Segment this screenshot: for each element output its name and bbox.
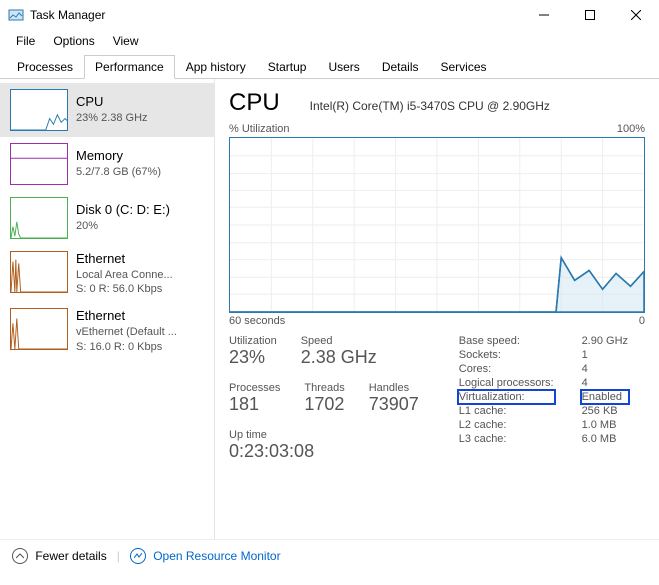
- logical-label: Logical processors:: [459, 377, 554, 389]
- graph-xleft: 60 seconds: [229, 315, 285, 327]
- sidebar-disk-sub: 20%: [76, 219, 170, 233]
- tab-performance[interactable]: Performance: [84, 55, 175, 79]
- window-title: Task Manager: [30, 8, 521, 22]
- tab-users[interactable]: Users: [317, 55, 370, 79]
- handles-value: 73907: [369, 394, 419, 415]
- eth1-thumb: [10, 308, 68, 350]
- graph-xright: 0: [639, 315, 645, 327]
- sidebar-item-disk[interactable]: Disk 0 (C: D: E:) 20%: [0, 191, 214, 245]
- memory-thumb: [10, 143, 68, 185]
- sidebar-item-ethernet-0[interactable]: Ethernet Local Area Conne... S: 0 R: 56.…: [0, 245, 214, 302]
- tab-apphistory[interactable]: App history: [175, 55, 257, 79]
- sidebar-disk-name: Disk 0 (C: D: E:): [76, 202, 170, 219]
- sockets-label: Sockets:: [459, 349, 554, 361]
- disk-thumb: [10, 197, 68, 239]
- l3-label: L3 cache:: [459, 433, 554, 445]
- handles-label: Handles: [369, 382, 419, 394]
- uptime-label: Up time: [229, 429, 419, 441]
- threads-label: Threads: [304, 382, 344, 394]
- l2-value: 1.0 MB: [582, 419, 628, 431]
- virtualization-value: Enabled: [582, 391, 628, 403]
- cpu-thumb: [10, 89, 68, 131]
- threads-value: 1702: [304, 394, 344, 415]
- performance-sidebar: CPU 23% 2.38 GHz Memory 5.2/7.8 GB (67%)…: [0, 79, 215, 539]
- sidebar-cpu-name: CPU: [76, 94, 148, 111]
- chevron-up-icon: [12, 548, 28, 564]
- sidebar-memory-sub: 5.2/7.8 GB (67%): [76, 165, 161, 179]
- sidebar-eth1-name: Ethernet: [76, 308, 177, 325]
- processes-label: Processes: [229, 382, 280, 394]
- cpu-utilization-graph[interactable]: [229, 137, 645, 313]
- page-title: CPU: [229, 89, 280, 117]
- maximize-button[interactable]: [567, 0, 613, 30]
- close-button[interactable]: [613, 0, 659, 30]
- utilization-label: Utilization: [229, 335, 277, 347]
- l1-label: L1 cache:: [459, 405, 554, 417]
- menu-bar: File Options View: [0, 30, 659, 52]
- sidebar-eth1-sub2: S: 16.0 R: 0 Kbps: [76, 340, 177, 354]
- l1-value: 256 KB: [582, 405, 628, 417]
- uptime-value: 0:23:03:08: [229, 441, 419, 462]
- open-resource-monitor-link[interactable]: Open Resource Monitor: [130, 548, 281, 564]
- cores-value: 4: [582, 363, 628, 375]
- speed-label: Speed: [301, 335, 377, 347]
- sidebar-eth1-sub1: vEthernet (Default ...: [76, 325, 177, 339]
- base-speed-label: Base speed:: [459, 335, 554, 347]
- sidebar-cpu-sub: 23% 2.38 GHz: [76, 111, 148, 125]
- sidebar-memory-name: Memory: [76, 148, 161, 165]
- processes-value: 181: [229, 394, 280, 415]
- sidebar-item-ethernet-1[interactable]: Ethernet vEthernet (Default ... S: 16.0 …: [0, 302, 214, 359]
- footer-bar: Fewer details | Open Resource Monitor: [0, 539, 659, 572]
- tab-services[interactable]: Services: [430, 55, 498, 79]
- menu-options[interactable]: Options: [45, 32, 102, 50]
- minimize-button[interactable]: [521, 0, 567, 30]
- tab-processes[interactable]: Processes: [6, 55, 84, 79]
- fewer-details-button[interactable]: Fewer details: [12, 548, 107, 564]
- main-panel: CPU Intel(R) Core(TM) i5-3470S CPU @ 2.9…: [215, 79, 659, 539]
- sidebar-eth0-sub1: Local Area Conne...: [76, 268, 173, 282]
- base-speed-value: 2.90 GHz: [582, 335, 628, 347]
- sockets-value: 1: [582, 349, 628, 361]
- sidebar-eth0-name: Ethernet: [76, 251, 173, 268]
- l3-value: 6.0 MB: [582, 433, 628, 445]
- eth0-thumb: [10, 251, 68, 293]
- cpu-model: Intel(R) Core(TM) i5-3470S CPU @ 2.90GHz: [310, 99, 550, 113]
- title-bar: Task Manager: [0, 0, 659, 30]
- app-icon: [8, 7, 24, 23]
- l2-label: L2 cache:: [459, 419, 554, 431]
- speed-value: 2.38 GHz: [301, 347, 377, 368]
- utilization-value: 23%: [229, 347, 277, 368]
- sidebar-item-memory[interactable]: Memory 5.2/7.8 GB (67%): [0, 137, 214, 191]
- menu-view[interactable]: View: [105, 32, 147, 50]
- monitor-icon: [130, 548, 146, 564]
- logical-value: 4: [582, 377, 628, 389]
- graph-ymax: 100%: [617, 123, 645, 135]
- virtualization-label: Virtualization:: [459, 391, 554, 403]
- sidebar-eth0-sub2: S: 0 R: 56.0 Kbps: [76, 282, 173, 296]
- cores-label: Cores:: [459, 363, 554, 375]
- graph-ylabel: % Utilization: [229, 123, 290, 135]
- tab-details[interactable]: Details: [371, 55, 430, 79]
- menu-file[interactable]: File: [8, 32, 43, 50]
- tab-startup[interactable]: Startup: [257, 55, 318, 79]
- tab-strip: Processes Performance App history Startu…: [0, 54, 659, 79]
- sidebar-item-cpu[interactable]: CPU 23% 2.38 GHz: [0, 83, 214, 137]
